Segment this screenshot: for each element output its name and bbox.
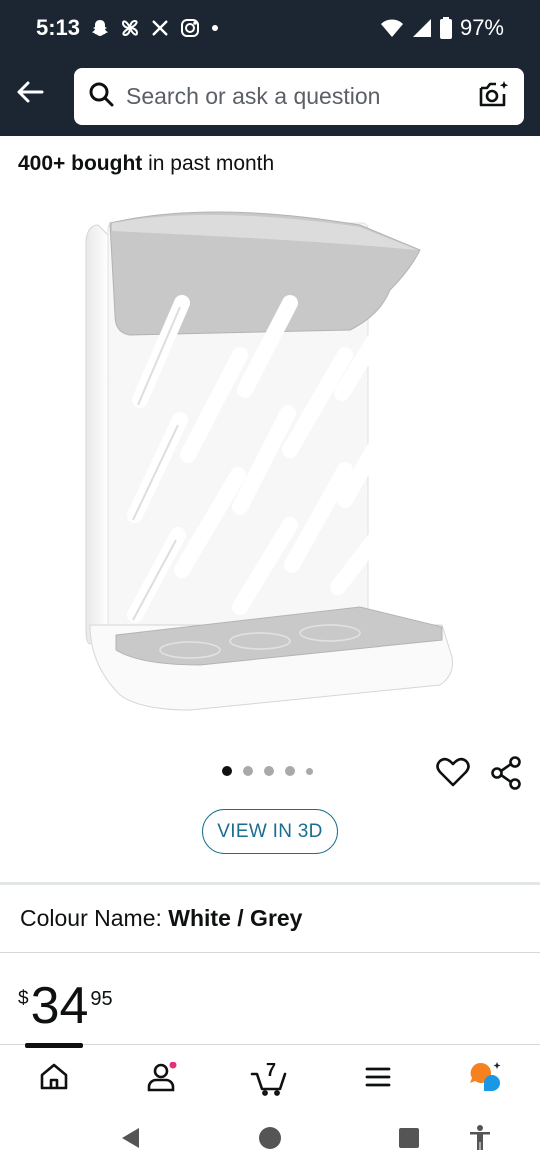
colour-value: White / Grey [168,905,303,931]
system-back-button[interactable] [114,1124,146,1156]
product-image[interactable] [60,195,480,735]
price-currency: $ [18,988,29,1009]
back-triangle-icon [119,1126,141,1155]
x-icon [150,18,170,38]
bottle-drying-rack [85,211,453,711]
cart-icon: 7 [250,1060,290,1096]
home-icon [39,1063,69,1096]
share-button[interactable] [490,756,522,790]
camera-sparkle-icon[interactable] [478,79,510,114]
section-divider [0,882,540,885]
bought-count-suffix: in past month [142,152,275,175]
cart-count: 7 [266,1060,277,1080]
menu-icon [364,1066,392,1093]
search-icon [88,81,114,112]
bottom-nav: 7 [0,1043,540,1110]
app-header: Search or ask a question [0,56,540,136]
pagination-dot[interactable] [306,767,313,775]
system-recents-button[interactable] [393,1124,425,1156]
account-icon [146,1061,178,1097]
nav-active-indicator [25,1043,83,1048]
wifi-icon [380,18,404,38]
pagination-dot[interactable] [222,766,232,776]
heart-icon [436,757,470,792]
pagination-dot[interactable] [285,766,295,776]
signal-icon [412,18,432,38]
share-icon [490,756,522,794]
system-home-button[interactable] [254,1124,286,1156]
accessibility-icon [468,1124,492,1156]
pinwheel-icon [120,18,140,38]
nav-cart[interactable]: 7 [248,1059,292,1099]
bought-count-value: 400+ bought [18,152,143,175]
search-input[interactable]: Search or ask a question [74,68,524,125]
colour-name: Colour Name: White / Grey [20,905,302,932]
search-placeholder: Search or ask a question [126,83,381,109]
recents-square-icon [398,1127,420,1154]
rufus-icon [468,1061,504,1098]
section-divider [0,952,540,953]
wishlist-button[interactable] [436,756,470,790]
status-time: 5:13 [36,15,81,40]
colour-label: Colour Name: [20,905,169,931]
price-whole: 34 [30,977,89,1035]
tab-peek [18,129,178,136]
image-pagination[interactable] [222,766,313,776]
pagination-dot[interactable] [264,766,274,776]
view-in-3d-button[interactable]: VIEW IN 3D [202,809,338,854]
pagination-dot[interactable] [243,766,253,776]
nav-account[interactable] [140,1059,184,1099]
nav-rufus[interactable] [464,1059,508,1099]
battery-icon [439,17,452,39]
bought-count: 400+ bought in past month [18,152,274,176]
system-nav-bar [0,1110,540,1170]
price: $ 34 95 [18,980,113,1032]
status-bar: 5:13 97% [0,0,540,56]
home-circle-icon [258,1126,282,1155]
dot-icon [210,23,220,33]
price-fraction: 95 [90,988,113,1010]
back-button[interactable] [10,74,50,114]
nav-menu[interactable] [356,1059,400,1099]
instagram-icon [180,18,200,38]
nav-home[interactable] [32,1059,76,1099]
battery-percent: 97% [459,15,504,40]
back-arrow-icon [16,80,44,109]
snapchat-icon [90,18,110,38]
accessibility-button[interactable] [464,1124,496,1156]
